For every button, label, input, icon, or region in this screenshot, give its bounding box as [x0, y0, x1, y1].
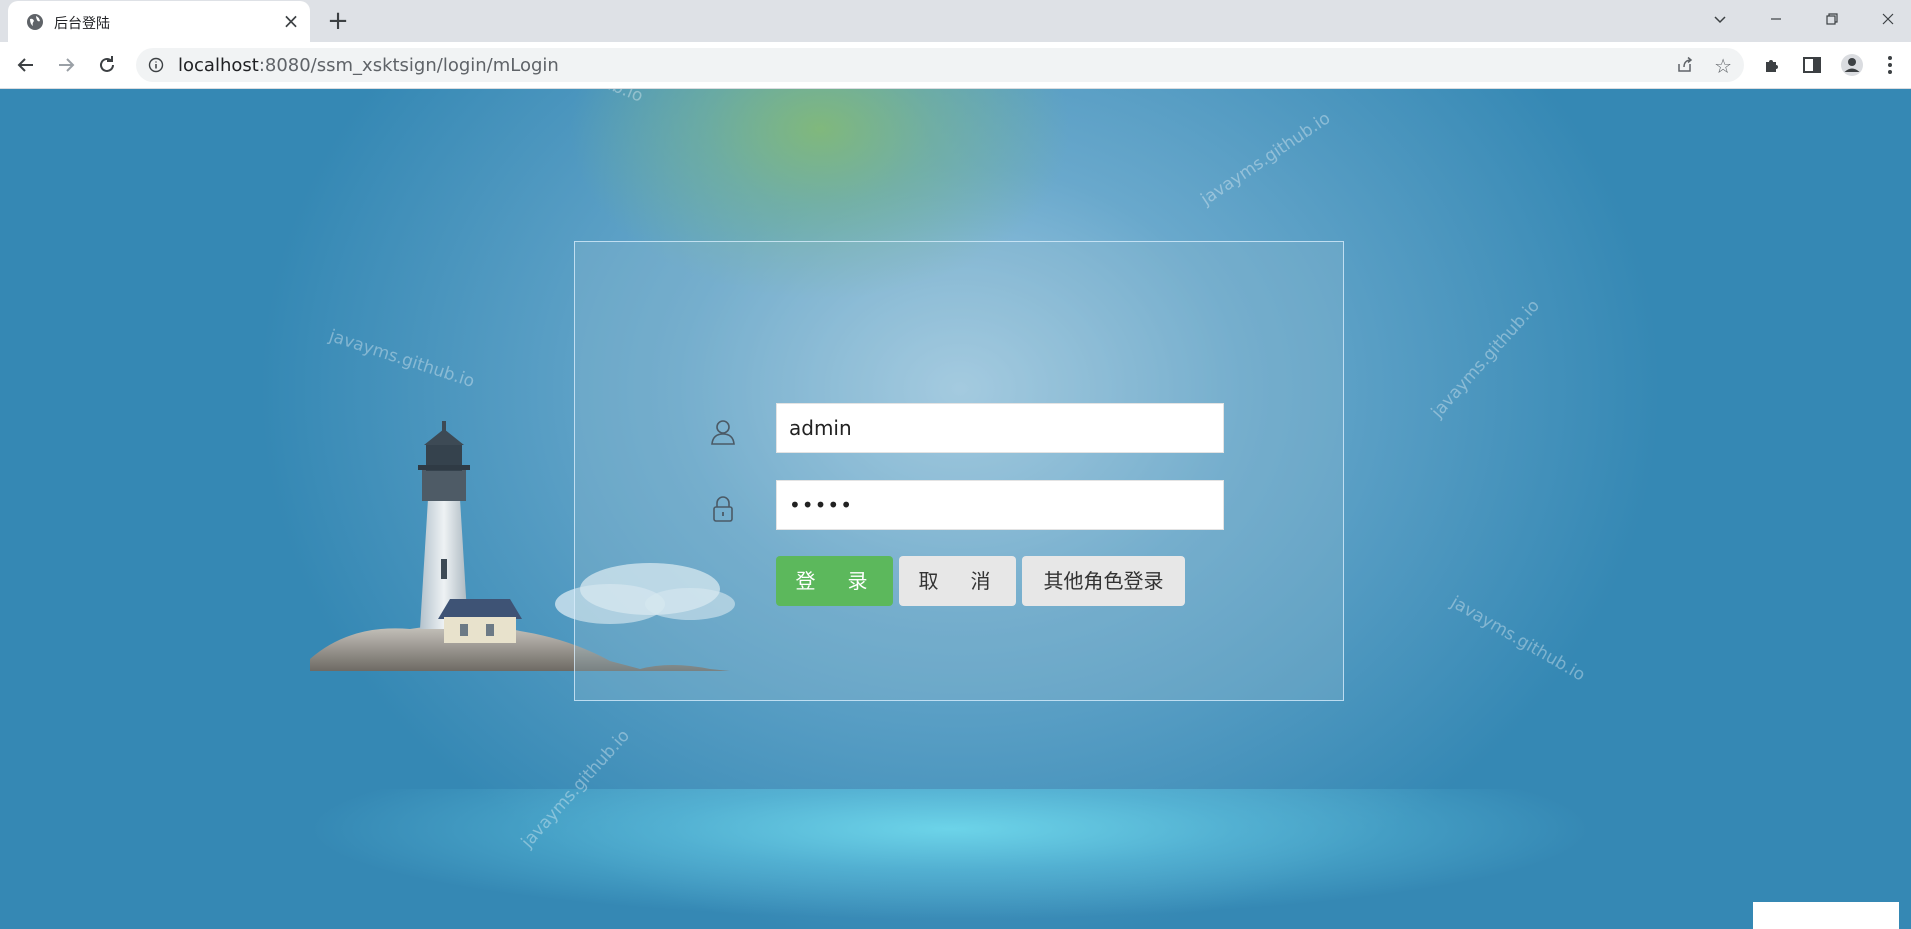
- password-input[interactable]: •••••: [776, 480, 1224, 530]
- corner-white-box: [1753, 902, 1899, 929]
- username-input[interactable]: admin: [776, 403, 1224, 453]
- watermark: javayms.github.io: [498, 89, 646, 107]
- login-button[interactable]: 登 录: [776, 556, 893, 606]
- tab-search-button[interactable]: [1692, 0, 1748, 38]
- watermark: javayms.github.io: [1197, 108, 1335, 210]
- restore-icon: [1826, 13, 1838, 25]
- reload-icon[interactable]: [95, 53, 119, 77]
- watermark: javayms.github.io: [1447, 592, 1589, 686]
- forward-arrow-icon[interactable]: [54, 53, 78, 77]
- user-icon: [711, 420, 735, 445]
- other-role-login-button[interactable]: 其他角色登录: [1022, 556, 1185, 606]
- restore-button[interactable]: [1804, 0, 1860, 38]
- globe-icon: [27, 14, 43, 30]
- address-bar[interactable]: localhost:8080/ssm_xsktsign/login/mLogin…: [136, 48, 1744, 82]
- url-host: localhost: [178, 55, 259, 76]
- bookmark-star-icon[interactable]: ☆: [1714, 54, 1732, 78]
- side-panel-icon[interactable]: [1800, 53, 1824, 77]
- extensions-puzzle-icon[interactable]: [1761, 53, 1785, 77]
- url-text: localhost:8080/ssm_xsktsign/login/mLogin: [178, 55, 559, 76]
- close-tab-icon[interactable]: ×: [280, 10, 302, 32]
- watermark: javayms.github.io: [326, 326, 477, 392]
- browser-tab[interactable]: 后台登陆 ×: [8, 1, 310, 42]
- info-icon[interactable]: [148, 57, 164, 73]
- tab-title: 后台登陆: [54, 16, 110, 32]
- cancel-button[interactable]: 取 消: [899, 556, 1016, 606]
- browser-tab-bar: 后台登陆 × +: [0, 0, 1911, 42]
- url-path: :8080/ssm_xsktsign/login/mLogin: [258, 55, 559, 76]
- share-icon[interactable]: [1676, 56, 1694, 74]
- login-panel: [574, 241, 1344, 701]
- new-tab-button[interactable]: +: [324, 7, 352, 35]
- close-window-button[interactable]: [1860, 0, 1911, 38]
- minimize-icon: [1771, 18, 1781, 20]
- chevron-down-icon: [1714, 16, 1726, 24]
- lock-icon: [713, 496, 733, 522]
- profile-avatar-icon[interactable]: [1840, 53, 1864, 77]
- back-arrow-icon[interactable]: [14, 53, 38, 77]
- browser-toolbar: localhost:8080/ssm_xsktsign/login/mLogin…: [0, 42, 1911, 89]
- close-icon: [1882, 13, 1894, 25]
- minimize-button[interactable]: [1748, 0, 1804, 38]
- menu-kebab-icon[interactable]: [1878, 53, 1902, 77]
- sea-glow: [300, 789, 1600, 929]
- watermark: javayms.github.io: [1427, 295, 1544, 423]
